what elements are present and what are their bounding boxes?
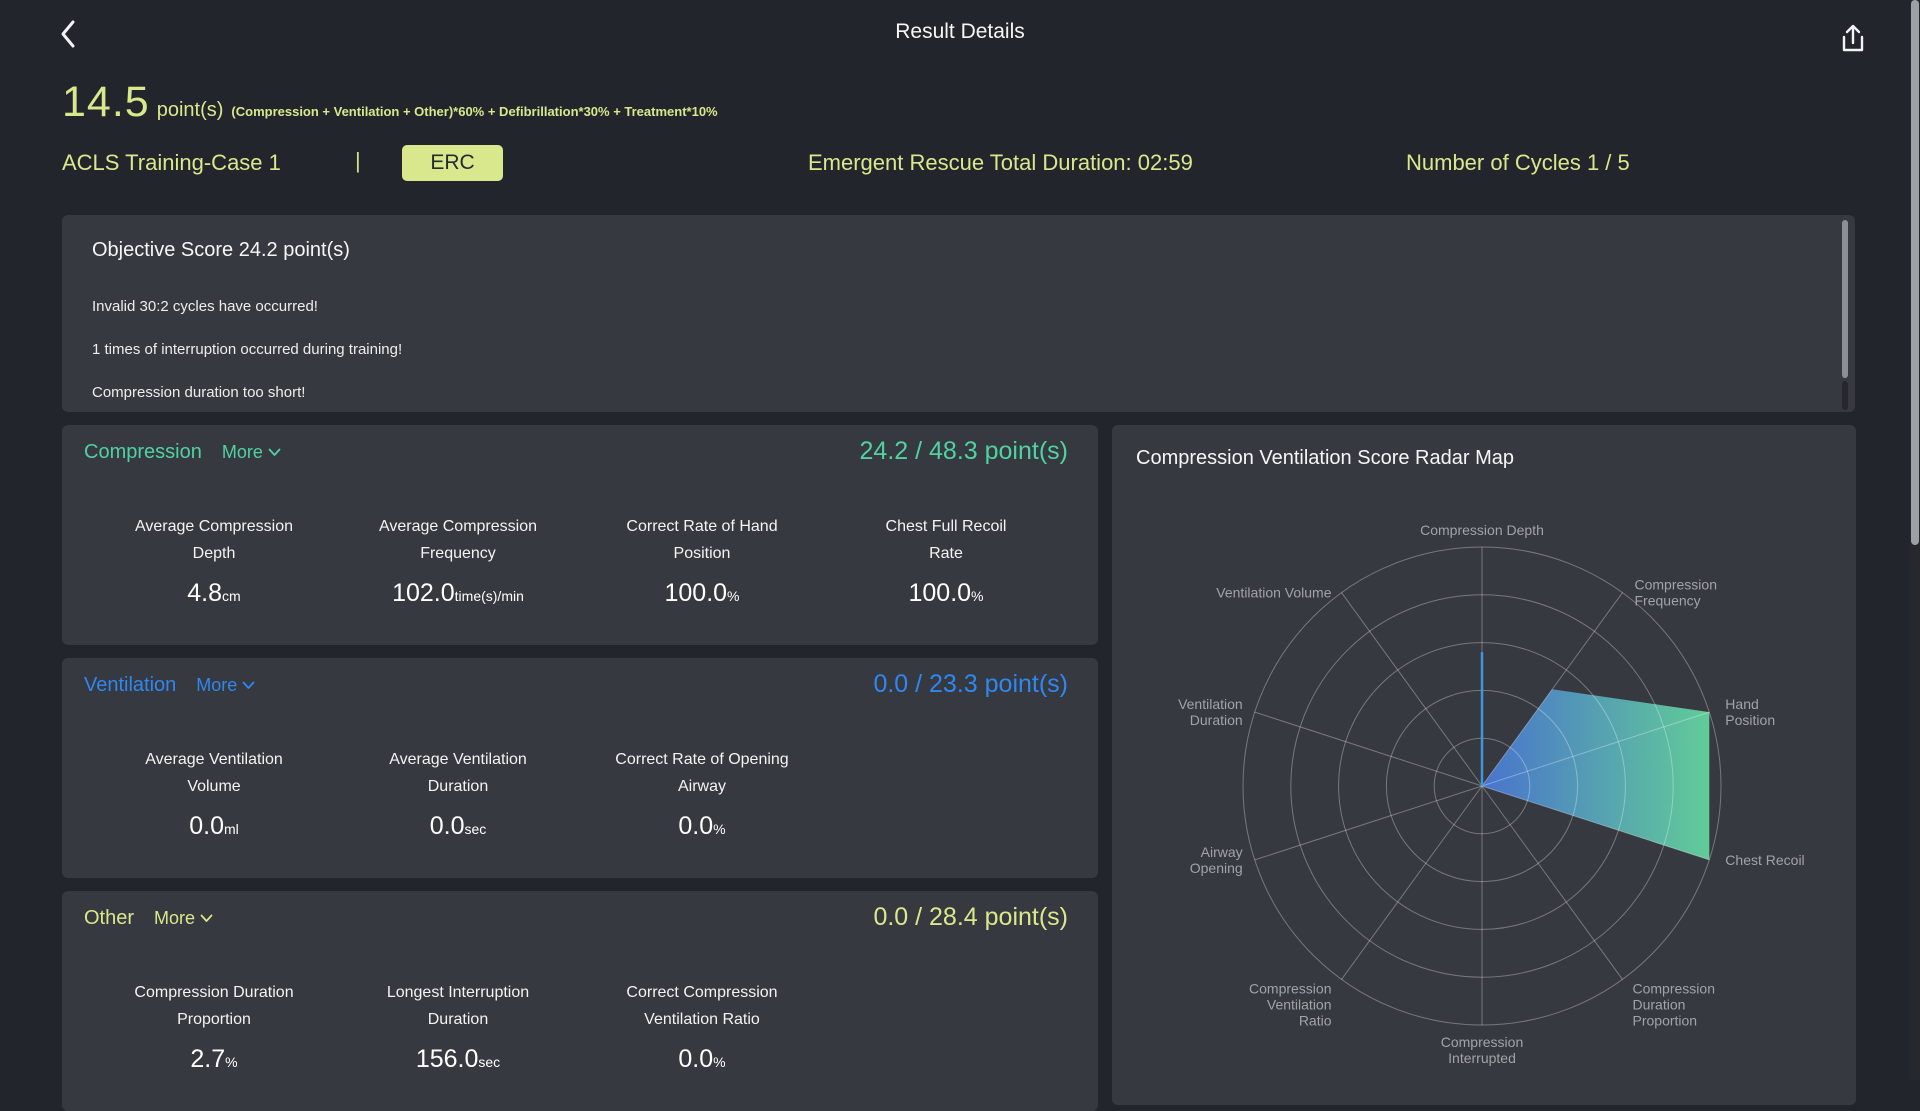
svg-text:Duration: Duration (1190, 712, 1243, 728)
more-label: More (196, 675, 238, 695)
metric-avg-ventilation-volume: Average Ventilation Volume 0.0ml (145, 751, 283, 840)
svg-text:Proportion: Proportion (1633, 1012, 1698, 1028)
radar-panel: Compression Ventilation Score Radar Map … (1112, 425, 1856, 1105)
objective-score-panel: Objective Score 24.2 point(s) Invalid 30… (62, 215, 1855, 412)
other-score: 0.0 / 28.4 point(s) (873, 903, 1068, 931)
svg-text:Position: Position (1725, 712, 1775, 728)
metric-compression-duration-proportion: Compression Duration Proportion 2.7% (134, 984, 294, 1073)
ventilation-score: 0.0 / 23.3 point(s) (873, 670, 1068, 698)
other-panel: Other More 0.0 / 28.4 point(s) Compressi… (62, 891, 1098, 1111)
ventilation-section-title: Ventilation (84, 674, 177, 696)
metric-airway-opening-rate: Correct Rate of Opening Airway 0.0% (615, 751, 789, 840)
page-scrollbar-thumb[interactable] (1911, 0, 1919, 545)
svg-text:Duration: Duration (1633, 996, 1686, 1012)
svg-text:Compression: Compression (1635, 577, 1717, 593)
session-row: ACLS Training-Case 1 | ERC Emergent Resc… (0, 143, 1920, 183)
chevron-down-icon (242, 681, 255, 690)
metric-longest-interruption-duration: Longest Interruption Duration 156.0sec (386, 984, 530, 1073)
total-score-row: 14.5 point(s) (Compression + Ventilation… (62, 78, 718, 127)
other-section-title: Other (84, 907, 135, 929)
compression-score: 24.2 / 48.3 point(s) (859, 437, 1068, 465)
total-score-value: 14.5 (62, 78, 150, 126)
objective-score-title: Objective Score 24.2 point(s) (92, 239, 350, 261)
metric-avg-ventilation-duration: Average Ventilation Duration 0.0sec (389, 751, 527, 840)
objective-warning: 1 times of interruption occurred during … (92, 341, 403, 358)
svg-text:Compression: Compression (1633, 980, 1715, 996)
radar-chart: Compression DepthCompressionFrequencyHan… (1178, 522, 1805, 1066)
objective-panel-scrollbar[interactable] (1842, 220, 1848, 378)
svg-text:Compression Depth: Compression Depth (1420, 522, 1544, 538)
more-label: More (221, 442, 263, 462)
share-button[interactable] (1834, 20, 1872, 58)
guideline-badge: ERC (402, 145, 503, 181)
svg-text:Hand: Hand (1725, 696, 1758, 712)
total-duration-text: Emergent Rescue Total Duration: 02:59 (808, 150, 1193, 175)
metric-avg-compression-frequency: Average Compression Frequency 102.0time(… (378, 518, 537, 607)
share-icon (1839, 23, 1867, 55)
svg-text:Ventilation: Ventilation (1267, 996, 1332, 1012)
compression-more-button[interactable]: More (222, 442, 281, 463)
svg-text:Frequency: Frequency (1635, 593, 1701, 609)
other-more-button[interactable]: More (154, 908, 213, 929)
svg-text:Chest Recoil: Chest Recoil (1725, 852, 1804, 868)
ventilation-panel: Ventilation More 0.0 / 23.3 point(s) Ave… (62, 658, 1098, 878)
total-score-unit: point(s) (156, 99, 224, 121)
svg-text:Opening: Opening (1190, 860, 1243, 876)
score-formula: (Compression + Ventilation + Other)*60% … (231, 104, 718, 119)
objective-warning: Invalid 30:2 cycles have occurred! (92, 298, 318, 315)
svg-text:Compression: Compression (1441, 1034, 1523, 1050)
compression-section-title: Compression (84, 441, 202, 463)
objective-panel-scrollbar-track (1842, 381, 1848, 410)
objective-warning: Compression duration too short! (92, 384, 306, 401)
metric-hand-position-rate: Correct Rate of Hand Position 100.0% (626, 518, 778, 607)
metric-chest-recoil-rate: Chest Full Recoil Rate 100.0% (885, 518, 1007, 607)
cycles-text: Number of Cycles 1 / 5 (1406, 150, 1630, 175)
page-title: Result Details (895, 20, 1025, 43)
case-name: ACLS Training-Case 1 (62, 150, 281, 175)
metric-compression-ventilation-ratio: Correct Compression Ventilation Ratio 0.… (626, 984, 778, 1073)
compression-panel: Compression More 24.2 / 48.3 point(s) Av… (62, 425, 1098, 645)
chevron-down-icon (200, 914, 213, 923)
svg-text:Ratio: Ratio (1299, 1012, 1332, 1028)
chevron-down-icon (268, 448, 281, 457)
svg-text:Ventilation: Ventilation (1178, 696, 1243, 712)
ventilation-more-button[interactable]: More (196, 675, 255, 696)
svg-text:Interrupted: Interrupted (1448, 1050, 1516, 1066)
svg-text:Compression: Compression (1249, 980, 1331, 996)
more-label: More (154, 908, 196, 928)
metric-avg-compression-depth: Average Compression Depth 4.8cm (134, 518, 293, 607)
svg-text:Airway: Airway (1201, 844, 1243, 860)
top-bar: Result Details (0, 0, 1920, 64)
separator: | (355, 148, 361, 173)
svg-text:Ventilation Volume: Ventilation Volume (1216, 585, 1331, 601)
